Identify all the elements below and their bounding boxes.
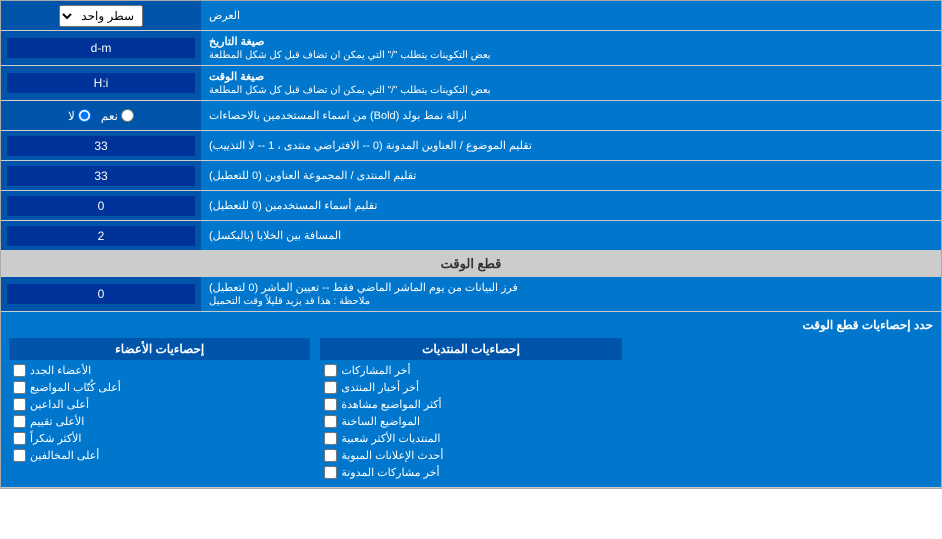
checkbox-top-rated[interactable] <box>13 415 26 428</box>
bold-remove-radio-container: نعم لا <box>1 101 201 130</box>
checkbox-top-violators[interactable] <box>13 449 26 462</box>
checkboxes-title: حدد إحصاءيات قطع الوقت <box>9 318 933 332</box>
time-format-row: صيغة الوقت بعض التكوينات يتطلب "/" التي … <box>1 66 941 101</box>
checkbox-item: الأعضاء الجدد <box>9 362 310 379</box>
checkbox-top-writers[interactable] <box>13 381 26 394</box>
checkbox-item: أخر أخبار المنتدى <box>320 379 621 396</box>
time-cut-input[interactable] <box>7 284 195 304</box>
checkbox-most-thanked[interactable] <box>13 432 26 445</box>
checkbox-item: أكثر المواضيع مشاهدة <box>320 396 621 413</box>
date-format-input-container <box>1 31 201 65</box>
topic-trim-row: تقليم الموضوع / العناوين المدونة (0 -- ا… <box>1 131 941 161</box>
date-format-input[interactable] <box>7 38 195 58</box>
checkbox-item: الأعلى تقييم <box>9 413 310 430</box>
view-select[interactable]: سطر واحدسطرينثلاثة أسطر <box>59 5 143 27</box>
username-trim-input[interactable] <box>7 196 195 216</box>
checkboxes-section: حدد إحصاءيات قطع الوقت إحصاءيات المنتديا… <box>1 312 941 488</box>
time-format-label: صيغة الوقت بعض التكوينات يتطلب "/" التي … <box>201 66 941 100</box>
checkbox-item: أعلى كُتّاب المواضيع <box>9 379 310 396</box>
time-section-header: قطع الوقت <box>1 251 941 277</box>
radio-yes-label: نعم <box>101 109 134 123</box>
forum-trim-input-container <box>1 161 201 190</box>
forums-stats-col: إحصاءيات المنتديات أخر المشاركات أخر أخب… <box>320 338 621 481</box>
bold-remove-label: ازالة نمط بولد (Bold) من اسماء المستخدمي… <box>201 101 941 130</box>
members-stats-header: إحصاءيات الأعضاء <box>9 338 310 360</box>
checkboxes-grid: إحصاءيات المنتديات أخر المشاركات أخر أخب… <box>9 338 933 481</box>
time-cut-row: فرز البيانات من يوم الماشر الماضي فقط --… <box>1 277 941 312</box>
checkbox-item: الأكثر شكراً <box>9 430 310 447</box>
checkbox-blog-posts[interactable] <box>324 466 337 479</box>
radio-no[interactable] <box>78 109 91 122</box>
checkbox-item: أعلى الداعين <box>9 396 310 413</box>
checkbox-most-viewed[interactable] <box>324 398 337 411</box>
cell-spacing-label: المسافة بين الخلايا (بالبكسل) <box>201 221 941 250</box>
checkbox-item: أخر المشاركات <box>320 362 621 379</box>
header-label: العرض <box>201 1 941 30</box>
checkbox-last-posts[interactable] <box>324 364 337 377</box>
username-trim-input-container <box>1 191 201 220</box>
checkbox-item: المواضيع الساخنة <box>320 413 621 430</box>
date-format-label: صيغة التاريخ بعض التكوينات يتطلب "/" الت… <box>201 31 941 65</box>
checkbox-item: أحدث الإعلانات المبوبة <box>320 447 621 464</box>
cell-spacing-input[interactable] <box>7 226 195 246</box>
checkbox-item: أعلى المخالفين <box>9 447 310 464</box>
topic-trim-label: تقليم الموضوع / العناوين المدونة (0 -- ا… <box>201 131 941 160</box>
username-trim-label: تقليم أسماء المستخدمين (0 للتعطيل) <box>201 191 941 220</box>
bold-remove-row: ازالة نمط بولد (Bold) من اسماء المستخدمي… <box>1 101 941 131</box>
radio-yes[interactable] <box>121 109 134 122</box>
checkbox-item: أخر مشاركات المدونة <box>320 464 621 481</box>
checkbox-hot-topics[interactable] <box>324 415 337 428</box>
forum-trim-input[interactable] <box>7 166 195 186</box>
username-trim-row: تقليم أسماء المستخدمين (0 للتعطيل) <box>1 191 941 221</box>
cell-spacing-input-container <box>1 221 201 250</box>
time-cut-input-container <box>1 277 201 311</box>
checkbox-new-members[interactable] <box>13 364 26 377</box>
time-cut-label: فرز البيانات من يوم الماشر الماضي فقط --… <box>201 277 941 311</box>
cell-spacing-row: المسافة بين الخلايا (بالبكسل) <box>1 221 941 251</box>
radio-no-label: لا <box>68 109 91 123</box>
checkbox-last-news[interactable] <box>324 381 337 394</box>
members-stats-col: إحصاءيات الأعضاء الأعضاء الجدد أعلى كُتّ… <box>9 338 310 481</box>
date-format-row: صيغة التاريخ بعض التكوينات يتطلب "/" الت… <box>1 31 941 66</box>
checkbox-top-inviters[interactable] <box>13 398 26 411</box>
checkbox-classifieds[interactable] <box>324 449 337 462</box>
forums-stats-header: إحصاءيات المنتديات <box>320 338 621 360</box>
empty-col <box>632 338 933 481</box>
forum-trim-row: تقليم المنتدى / المجموعة العناوين (0 للت… <box>1 161 941 191</box>
time-format-input-container <box>1 66 201 100</box>
header-select-container: سطر واحدسطرينثلاثة أسطر <box>1 1 201 30</box>
checkbox-popular-forums[interactable] <box>324 432 337 445</box>
forum-trim-label: تقليم المنتدى / المجموعة العناوين (0 للت… <box>201 161 941 190</box>
topic-trim-input[interactable] <box>7 136 195 156</box>
header-row: العرض سطر واحدسطرينثلاثة أسطر <box>1 1 941 31</box>
main-container: العرض سطر واحدسطرينثلاثة أسطر صيغة التار… <box>0 0 942 489</box>
time-format-input[interactable] <box>7 73 195 93</box>
checkbox-item: المنتديات الأكثر شعبية <box>320 430 621 447</box>
topic-trim-input-container <box>1 131 201 160</box>
